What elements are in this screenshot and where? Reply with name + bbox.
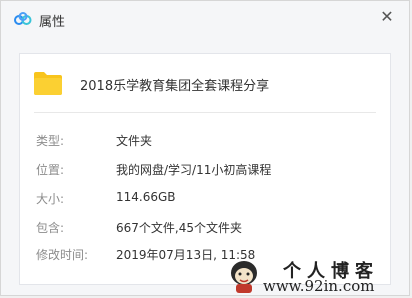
property-value: 我的网盘/学习/11小初高课程 xyxy=(116,163,272,177)
property-label: 包含: xyxy=(36,221,65,235)
properties-dialog: 属性 ✕ 2018乐学教育集团全套课程分享 类型: 文件夹 位置: 我的网盘/学… xyxy=(0,0,410,296)
property-value: 667个文件,45个文件夹 xyxy=(116,221,242,235)
watermark: 个人博客 www.92in.com xyxy=(227,257,410,297)
baidu-netdisk-logo-icon xyxy=(14,12,32,25)
file-name: 2018乐学教育集团全套课程分享 xyxy=(80,79,270,94)
property-value: 114.66GB xyxy=(116,190,176,204)
property-label: 大小: xyxy=(36,192,65,206)
close-button[interactable]: ✕ xyxy=(377,7,397,27)
property-label: 位置: xyxy=(36,163,65,177)
mascot-icon xyxy=(231,261,257,293)
property-label: 修改时间: xyxy=(36,248,89,262)
folder-icon xyxy=(34,72,62,95)
dialog-title: 属性 xyxy=(39,15,66,30)
property-value: 文件夹 xyxy=(116,134,153,148)
watermark-url: www.92in.com xyxy=(263,277,375,295)
title-bar: 属性 ✕ xyxy=(1,1,409,39)
divider xyxy=(34,112,376,113)
properties-panel: 2018乐学教育集团全套课程分享 类型: 文件夹 位置: 我的网盘/学习/11小… xyxy=(19,53,391,285)
close-icon: ✕ xyxy=(380,7,394,26)
property-label: 类型: xyxy=(36,134,65,148)
